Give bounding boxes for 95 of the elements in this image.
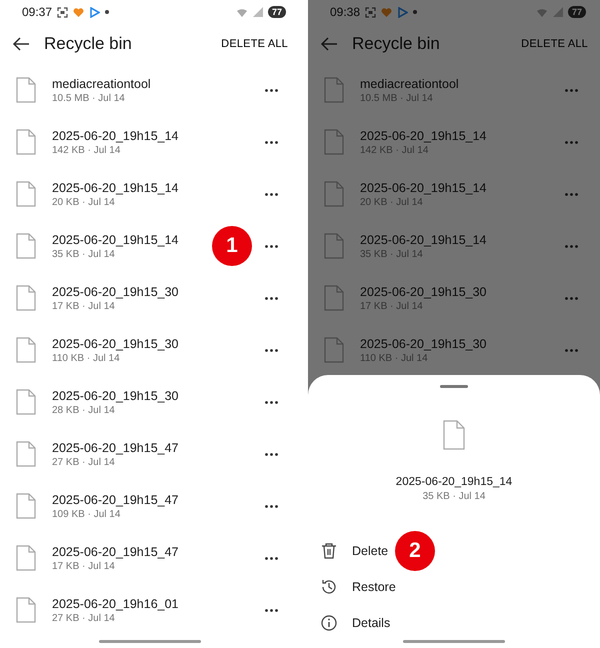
file-icon bbox=[324, 337, 344, 363]
wifi-icon bbox=[236, 7, 248, 17]
details-option[interactable]: Details bbox=[352, 614, 390, 632]
file-icon bbox=[324, 181, 344, 207]
file-name[interactable]: 2025-06-20_19h16_01 bbox=[52, 596, 179, 612]
screenshot-icon bbox=[57, 6, 68, 18]
more-options-icon[interactable] bbox=[265, 140, 278, 144]
trash-icon bbox=[320, 542, 338, 560]
file-icon bbox=[16, 77, 36, 103]
sheet-file-name: 2025-06-20_19h15_14 bbox=[396, 475, 512, 490]
file-name[interactable]: 2025-06-20_19h15_14 bbox=[360, 232, 487, 248]
file-name[interactable]: 2025-06-20_19h15_14 bbox=[360, 180, 487, 196]
dot-icon bbox=[105, 10, 110, 14]
file-meta: 20 KB · Jul 14 bbox=[360, 196, 423, 208]
back-arrow-icon[interactable] bbox=[12, 37, 30, 51]
file-icon bbox=[16, 129, 36, 155]
file-meta: 35 KB · Jul 14 bbox=[52, 248, 115, 260]
file-icon bbox=[16, 389, 36, 415]
signal-icon bbox=[552, 7, 563, 17]
file-icon bbox=[16, 493, 36, 519]
file-icon bbox=[16, 233, 36, 259]
more-options-icon[interactable] bbox=[265, 400, 278, 404]
more-options-icon[interactable] bbox=[265, 88, 278, 92]
play-app-icon bbox=[397, 6, 408, 18]
file-name[interactable]: 2025-06-20_19h15_30 bbox=[52, 336, 179, 352]
file-meta: 35 KB · Jul 14 bbox=[360, 248, 423, 260]
file-meta: 142 KB · Jul 14 bbox=[360, 144, 428, 156]
more-options-icon[interactable] bbox=[265, 296, 278, 300]
file-name[interactable]: 2025-06-20_19h15_14 bbox=[360, 128, 487, 144]
history-icon bbox=[320, 578, 338, 596]
file-meta: 27 KB · Jul 14 bbox=[52, 612, 115, 624]
file-name[interactable]: 2025-06-20_19h15_47 bbox=[52, 440, 179, 456]
battery-level: 77 bbox=[568, 6, 586, 18]
signal-icon bbox=[252, 7, 263, 17]
restore-option[interactable]: Restore bbox=[352, 578, 396, 596]
more-options-icon[interactable] bbox=[265, 452, 278, 456]
status-time: 09:37 bbox=[22, 4, 52, 21]
file-meta: 110 KB · Jul 14 bbox=[52, 352, 120, 364]
file-icon bbox=[324, 285, 344, 311]
delete-option[interactable]: Delete bbox=[352, 542, 388, 560]
file-name[interactable]: 2025-06-20_19h15_47 bbox=[52, 544, 179, 560]
more-options-icon[interactable] bbox=[265, 504, 278, 508]
delete-all-button[interactable]: DELETE ALL bbox=[219, 34, 290, 54]
delete-all-button[interactable]: DELETE ALL bbox=[519, 34, 590, 54]
file-name[interactable]: 2025-06-20_19h15_30 bbox=[52, 284, 179, 300]
file-meta: 109 KB · Jul 14 bbox=[52, 508, 120, 520]
play-app-icon bbox=[89, 6, 100, 18]
screenshot-icon bbox=[365, 6, 376, 18]
drag-handle[interactable] bbox=[440, 385, 468, 388]
file-icon bbox=[16, 337, 36, 363]
file-icon bbox=[16, 545, 36, 571]
file-name[interactable]: mediacreationtool bbox=[360, 76, 459, 92]
more-options-icon[interactable] bbox=[265, 192, 278, 196]
file-meta: 10.5 MB · Jul 14 bbox=[360, 92, 433, 104]
file-icon bbox=[16, 441, 36, 467]
file-meta: 142 KB · Jul 14 bbox=[52, 144, 120, 156]
file-meta: 17 KB · Jul 14 bbox=[52, 300, 115, 312]
heart-app-icon bbox=[73, 6, 84, 18]
file-name[interactable]: 2025-06-20_19h15_30 bbox=[360, 284, 487, 300]
step-marker: 1 bbox=[212, 226, 252, 266]
info-icon bbox=[320, 614, 338, 632]
file-name[interactable]: 2025-06-20_19h15_14 bbox=[52, 128, 179, 144]
file-icon bbox=[324, 77, 344, 103]
more-options-icon[interactable] bbox=[265, 608, 278, 612]
file-icon bbox=[16, 285, 36, 311]
file-meta: 17 KB · Jul 14 bbox=[52, 560, 115, 572]
file-meta: 10.5 MB · Jul 14 bbox=[52, 92, 125, 104]
file-name[interactable]: 2025-06-20_19h15_30 bbox=[52, 388, 179, 404]
file-icon bbox=[443, 420, 465, 450]
file-icon bbox=[16, 597, 36, 623]
more-options-icon[interactable] bbox=[265, 348, 278, 352]
file-name[interactable]: 2025-06-20_19h15_30 bbox=[360, 336, 487, 352]
file-name[interactable]: 2025-06-20_19h15_14 bbox=[52, 180, 179, 196]
file-meta: 110 KB · Jul 14 bbox=[360, 352, 428, 364]
file-icon bbox=[324, 129, 344, 155]
screen-title: Recycle bin bbox=[352, 33, 441, 56]
file-meta: 20 KB · Jul 14 bbox=[52, 196, 115, 208]
file-meta: 28 KB · Jul 14 bbox=[52, 404, 115, 416]
sheet-file-meta: 35 KB · Jul 14 bbox=[422, 490, 486, 503]
file-icon bbox=[16, 181, 36, 207]
file-meta: 27 KB · Jul 14 bbox=[52, 456, 115, 468]
file-name[interactable]: 2025-06-20_19h15_47 bbox=[52, 492, 179, 508]
step-marker: 2 bbox=[395, 531, 435, 571]
status-time: 09:38 bbox=[330, 4, 360, 21]
screen-title: Recycle bin bbox=[44, 33, 133, 56]
more-options-icon[interactable] bbox=[265, 244, 278, 248]
more-options-icon[interactable] bbox=[265, 556, 278, 560]
battery-level: 77 bbox=[268, 6, 286, 18]
file-name[interactable]: 2025-06-20_19h15_14 bbox=[52, 232, 179, 248]
wifi-icon bbox=[536, 7, 548, 17]
file-meta: 17 KB · Jul 14 bbox=[360, 300, 423, 312]
dot-icon bbox=[413, 10, 418, 14]
file-icon bbox=[324, 233, 344, 259]
file-name[interactable]: mediacreationtool bbox=[52, 76, 151, 92]
heart-app-icon bbox=[381, 6, 392, 18]
